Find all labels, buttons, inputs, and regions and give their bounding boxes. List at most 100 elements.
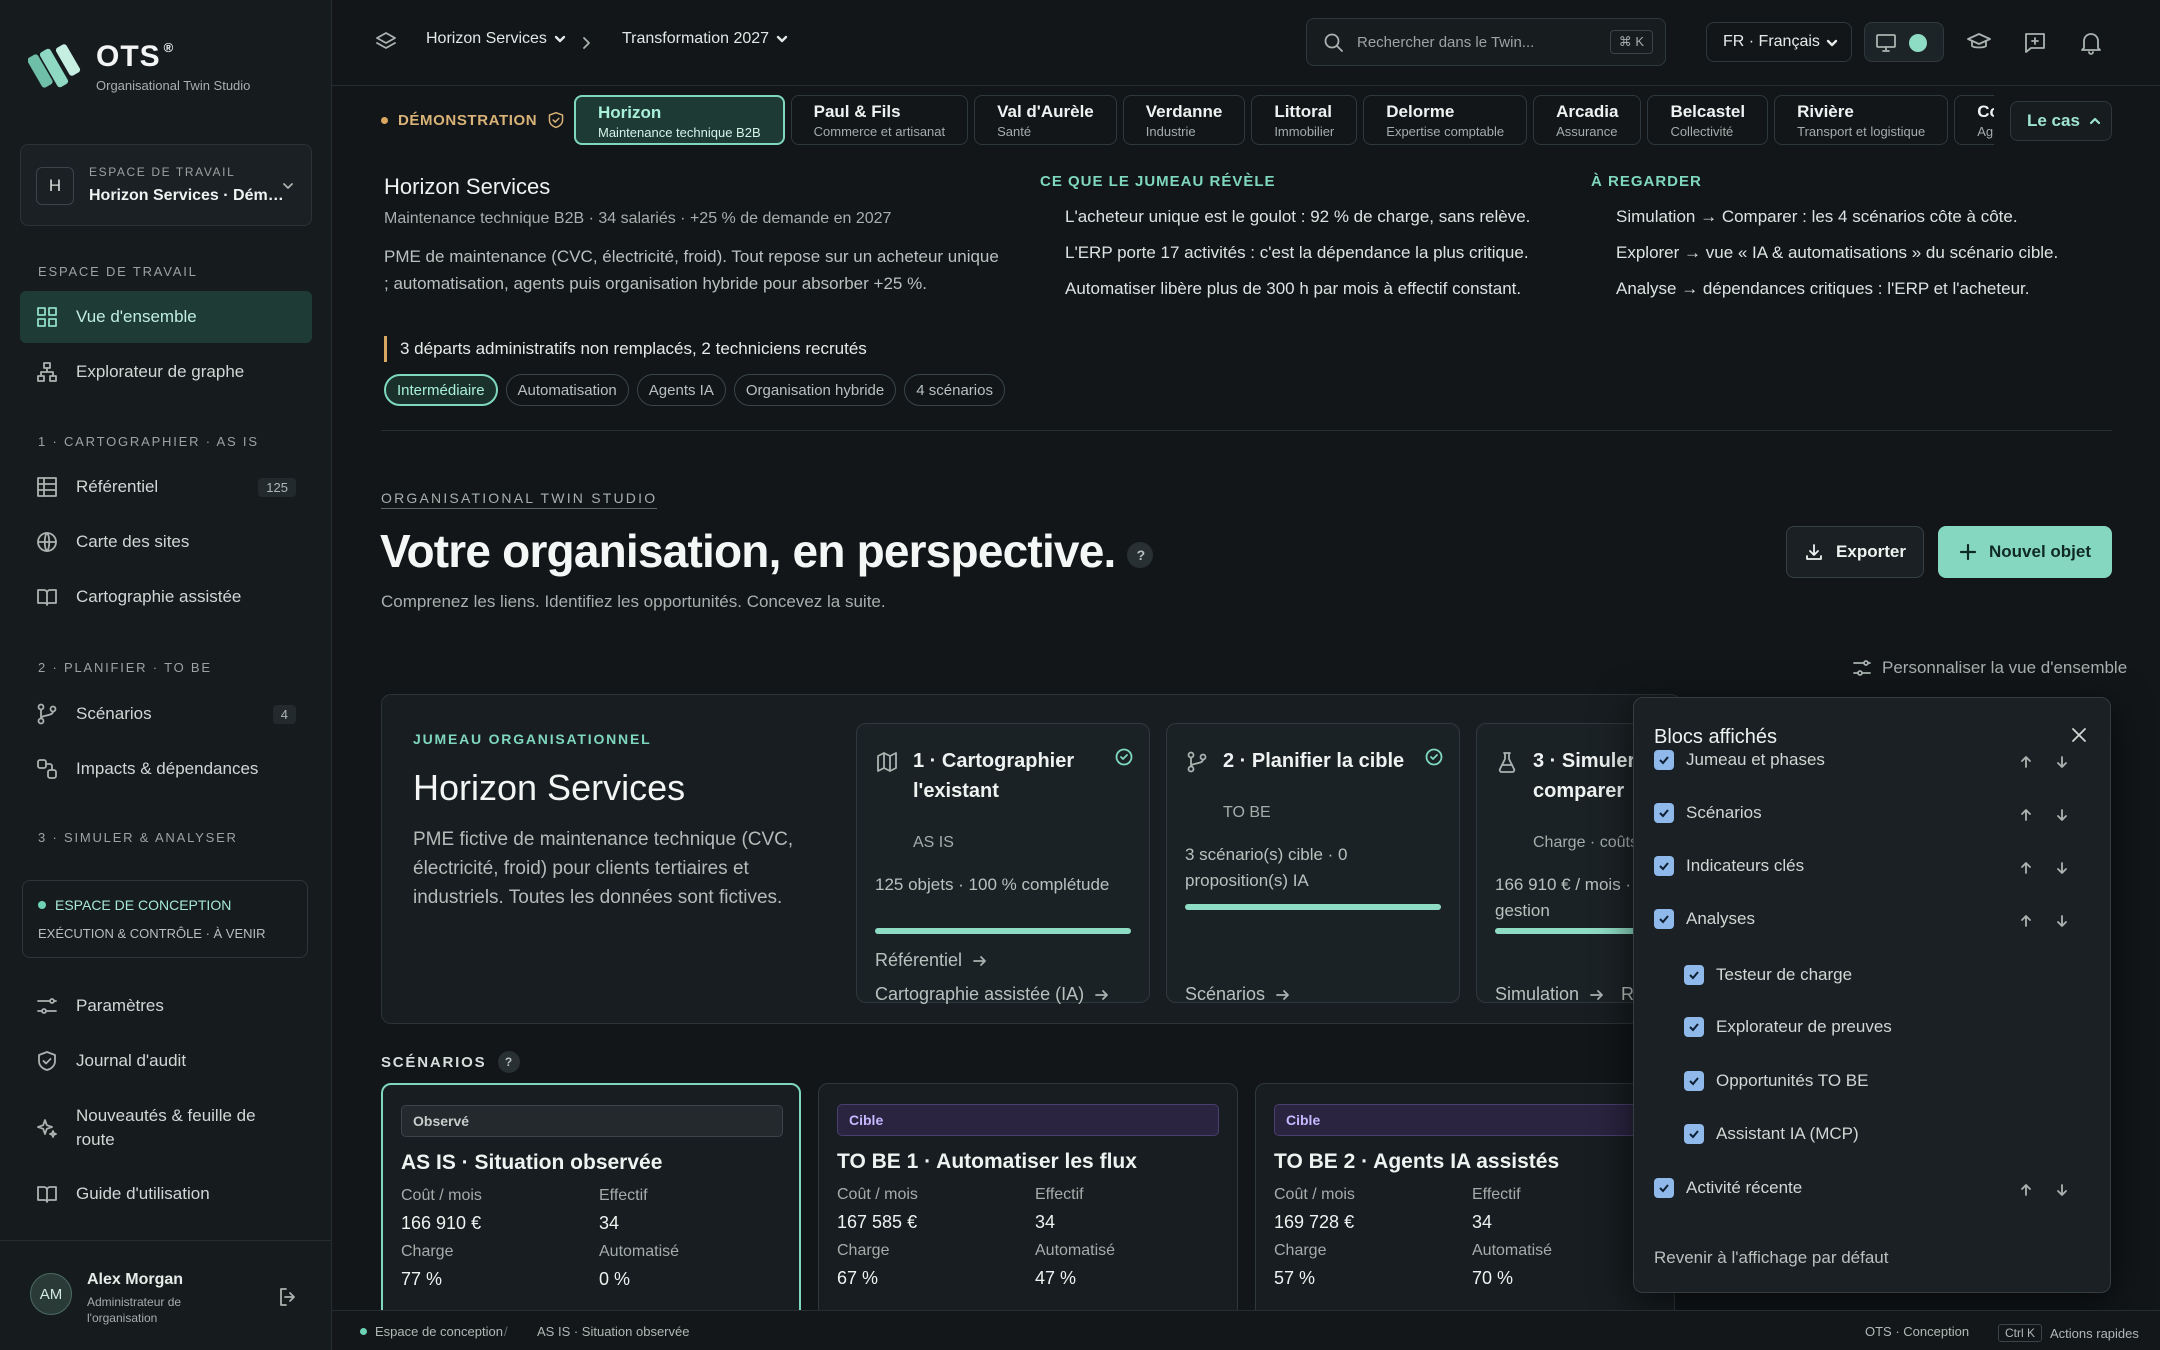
checkbox-checked-icon[interactable] — [1654, 1178, 1674, 1198]
customize-overview-button[interactable]: Personnaliser la vue d'ensemble — [1852, 658, 2127, 678]
block-toggle-row[interactable]: Assistant IA (MCP) — [1684, 1124, 1859, 1144]
checkbox-checked-icon[interactable] — [1654, 909, 1674, 929]
arrow-down-icon[interactable] — [2054, 860, 2070, 876]
sidebar-item-sites-map[interactable]: Carte des sites — [20, 516, 312, 568]
checkbox-checked-icon[interactable] — [1684, 1071, 1704, 1091]
bell-icon[interactable] — [2078, 30, 2104, 56]
quick-actions-button[interactable]: Ctrl K Actions rapides — [1998, 1324, 2139, 1342]
sidebar-item-roadmap[interactable]: Nouveautés & feuille de route — [20, 1100, 312, 1156]
cost-label: Coût / mois — [1274, 1186, 1355, 1203]
search-box[interactable]: Rechercher dans le Twin... ⌘ K — [1306, 18, 1666, 66]
block-toggle-row[interactable]: Jumeau et phases — [1654, 750, 1825, 770]
case-tab-paul-fils[interactable]: Paul & Fils Commerce et artisanat — [790, 95, 969, 145]
sidebar-item-assisted-mapping[interactable]: Cartographie assistée — [20, 571, 312, 623]
phase-card-plan[interactable]: 2 · Planifier la cible TO BE 3 scénario(… — [1166, 723, 1460, 1005]
cost-label: Coût / mois — [401, 1187, 482, 1204]
checkbox-checked-icon[interactable] — [1654, 856, 1674, 876]
block-toggle-row[interactable]: Explorateur de preuves — [1684, 1017, 1892, 1037]
language-select[interactable]: FR · Français — [1706, 22, 1852, 62]
tag-chip[interactable]: Organisation hybride — [733, 374, 897, 406]
phase-link[interactable]: Simulation R — [1495, 984, 1634, 1005]
sidebar-item-audit-log[interactable]: Journal d'audit — [20, 1035, 312, 1087]
sidebar-item-label: Paramètres — [76, 996, 164, 1015]
arrow-down-icon[interactable] — [2054, 1182, 2070, 1198]
auto-label: Automatisé — [1472, 1242, 1553, 1259]
tag-chip[interactable]: 4 scénarios — [904, 374, 1005, 406]
case-tags: Intermédiaire Automatisation Agents IA O… — [384, 374, 1005, 406]
sidebar-item-impacts[interactable]: Impacts & dépendances — [20, 743, 312, 795]
arrow-up-icon[interactable] — [2018, 807, 2034, 823]
close-icon[interactable] — [2070, 726, 2088, 744]
case-tab-horizon[interactable]: Horizon Maintenance technique B2B — [574, 95, 785, 145]
design-space-card[interactable]: ESPACE DE CONCEPTION EXÉCUTION & CONTRÔL… — [22, 880, 308, 958]
case-tab-val-daurele[interactable]: Val d'Aurèle Santé — [974, 95, 1117, 145]
project-selector[interactable]: Transformation 2027 — [622, 30, 789, 48]
sidebar-item-graph-explorer[interactable]: Explorateur de graphe — [20, 346, 312, 398]
help-icon[interactable]: ? — [498, 1051, 521, 1073]
workspace-selector[interactable]: H ESPACE DE TRAVAIL Horizon Services · D… — [20, 144, 312, 226]
org-selector[interactable]: Horizon Services — [426, 30, 567, 48]
checkbox-checked-icon[interactable] — [1684, 965, 1704, 985]
sidebar-item-referentiel[interactable]: Référentiel 125 — [20, 461, 312, 513]
sidebar-item-settings[interactable]: Paramètres — [20, 980, 312, 1032]
new-object-button[interactable]: Nouvel objet — [1938, 526, 2112, 578]
help-icon[interactable]: ? — [1127, 541, 1154, 568]
phase-link[interactable]: Référentiel — [875, 950, 988, 971]
arrow-up-icon[interactable] — [2018, 860, 2034, 876]
arrow-down-icon[interactable] — [2054, 754, 2070, 770]
block-toggle-row[interactable]: Analyses — [1654, 909, 1755, 929]
arrow-up-icon[interactable] — [2018, 1182, 2034, 1198]
case-tab-arcadia[interactable]: Arcadia Assurance — [1533, 95, 1642, 145]
tag-chip[interactable]: Intermédiaire — [384, 374, 498, 406]
case-tab-delorme[interactable]: Delorme Expertise comptable — [1363, 95, 1528, 145]
avatar[interactable]: AM — [30, 1273, 72, 1315]
reset-default-button[interactable]: Revenir à l'affichage par défaut — [1654, 1248, 1888, 1268]
checkbox-checked-icon[interactable] — [1654, 750, 1674, 770]
status-separator: / — [504, 1324, 508, 1339]
checkbox-checked-icon[interactable] — [1654, 803, 1674, 823]
export-button[interactable]: Exporter — [1786, 526, 1924, 578]
checkbox-checked-icon[interactable] — [1684, 1017, 1704, 1037]
case-title: Horizon Services — [384, 174, 551, 199]
block-toggle-row[interactable]: Activité récente — [1654, 1178, 1802, 1198]
arrow-up-icon[interactable] — [2018, 754, 2034, 770]
phase-card-map[interactable]: 1 · Cartographier l'existant AS IS 125 o… — [856, 723, 1150, 1005]
tag-chip[interactable]: Automatisation — [505, 374, 629, 406]
search-input[interactable]: Rechercher dans le Twin... — [1357, 34, 1534, 51]
layers-icon[interactable] — [374, 30, 398, 54]
graduation-cap-icon[interactable] — [1966, 30, 1992, 54]
checkbox-checked-icon[interactable] — [1684, 1124, 1704, 1144]
arrow-down-icon[interactable] — [2054, 807, 2070, 823]
sidebar-item-overview[interactable]: Vue d'ensemble — [20, 291, 312, 343]
block-toggle-row[interactable]: Scénarios — [1654, 803, 1762, 823]
case-tab-littoral[interactable]: Littoral Immobilier — [1251, 95, 1358, 145]
case-tab-conserveries[interactable]: Conserveries Agroalimentaire — [1954, 95, 1994, 145]
block-toggle-row[interactable]: Indicateurs clés — [1654, 856, 1804, 876]
case-tab-sector: Collectivité — [1670, 124, 1734, 139]
display-mode-toggle[interactable] — [1864, 22, 1944, 62]
phase-link[interactable]: Cartographie assistée (IA) — [875, 984, 1110, 1005]
theme-dot — [1909, 34, 1927, 52]
tag-chip[interactable]: Agents IA — [636, 374, 726, 406]
block-label: Assistant IA (MCP) — [1716, 1124, 1859, 1143]
block-toggle-row[interactable]: Opportunités TO BE — [1684, 1071, 1868, 1091]
sidebar-item-scenarios[interactable]: Scénarios 4 — [20, 688, 312, 740]
case-tab-verdanne[interactable]: Verdanne Industrie — [1122, 95, 1246, 145]
case-toggle-button[interactable]: Le cas — [2010, 101, 2112, 141]
arrow-up-icon[interactable] — [2018, 913, 2034, 929]
case-tab-riviere[interactable]: Rivière Transport et logistique — [1774, 95, 1949, 145]
page-title-text: Votre organisation, en perspective. — [380, 525, 1116, 577]
block-label: Explorateur de preuves — [1716, 1017, 1892, 1036]
logout-icon[interactable] — [276, 1285, 300, 1309]
block-toggle-row[interactable]: Testeur de charge — [1684, 965, 1852, 985]
case-tab-belcastel[interactable]: Belcastel Collectivité — [1647, 95, 1769, 145]
sidebar-item-user-guide[interactable]: Guide d'utilisation — [20, 1168, 312, 1220]
brand-logo[interactable]: OTS ® Organisational Twin Studio — [28, 40, 250, 96]
case-tab-name: Delorme — [1386, 102, 1455, 121]
feedback-icon[interactable] — [2022, 30, 2048, 56]
phase-title: 2 · Planifier la cible — [1223, 750, 1405, 772]
staff-label: Effectif — [1472, 1186, 1521, 1203]
divider — [381, 430, 2112, 431]
arrow-down-icon[interactable] — [2054, 913, 2070, 929]
phase-link[interactable]: Scénarios — [1185, 984, 1291, 1005]
